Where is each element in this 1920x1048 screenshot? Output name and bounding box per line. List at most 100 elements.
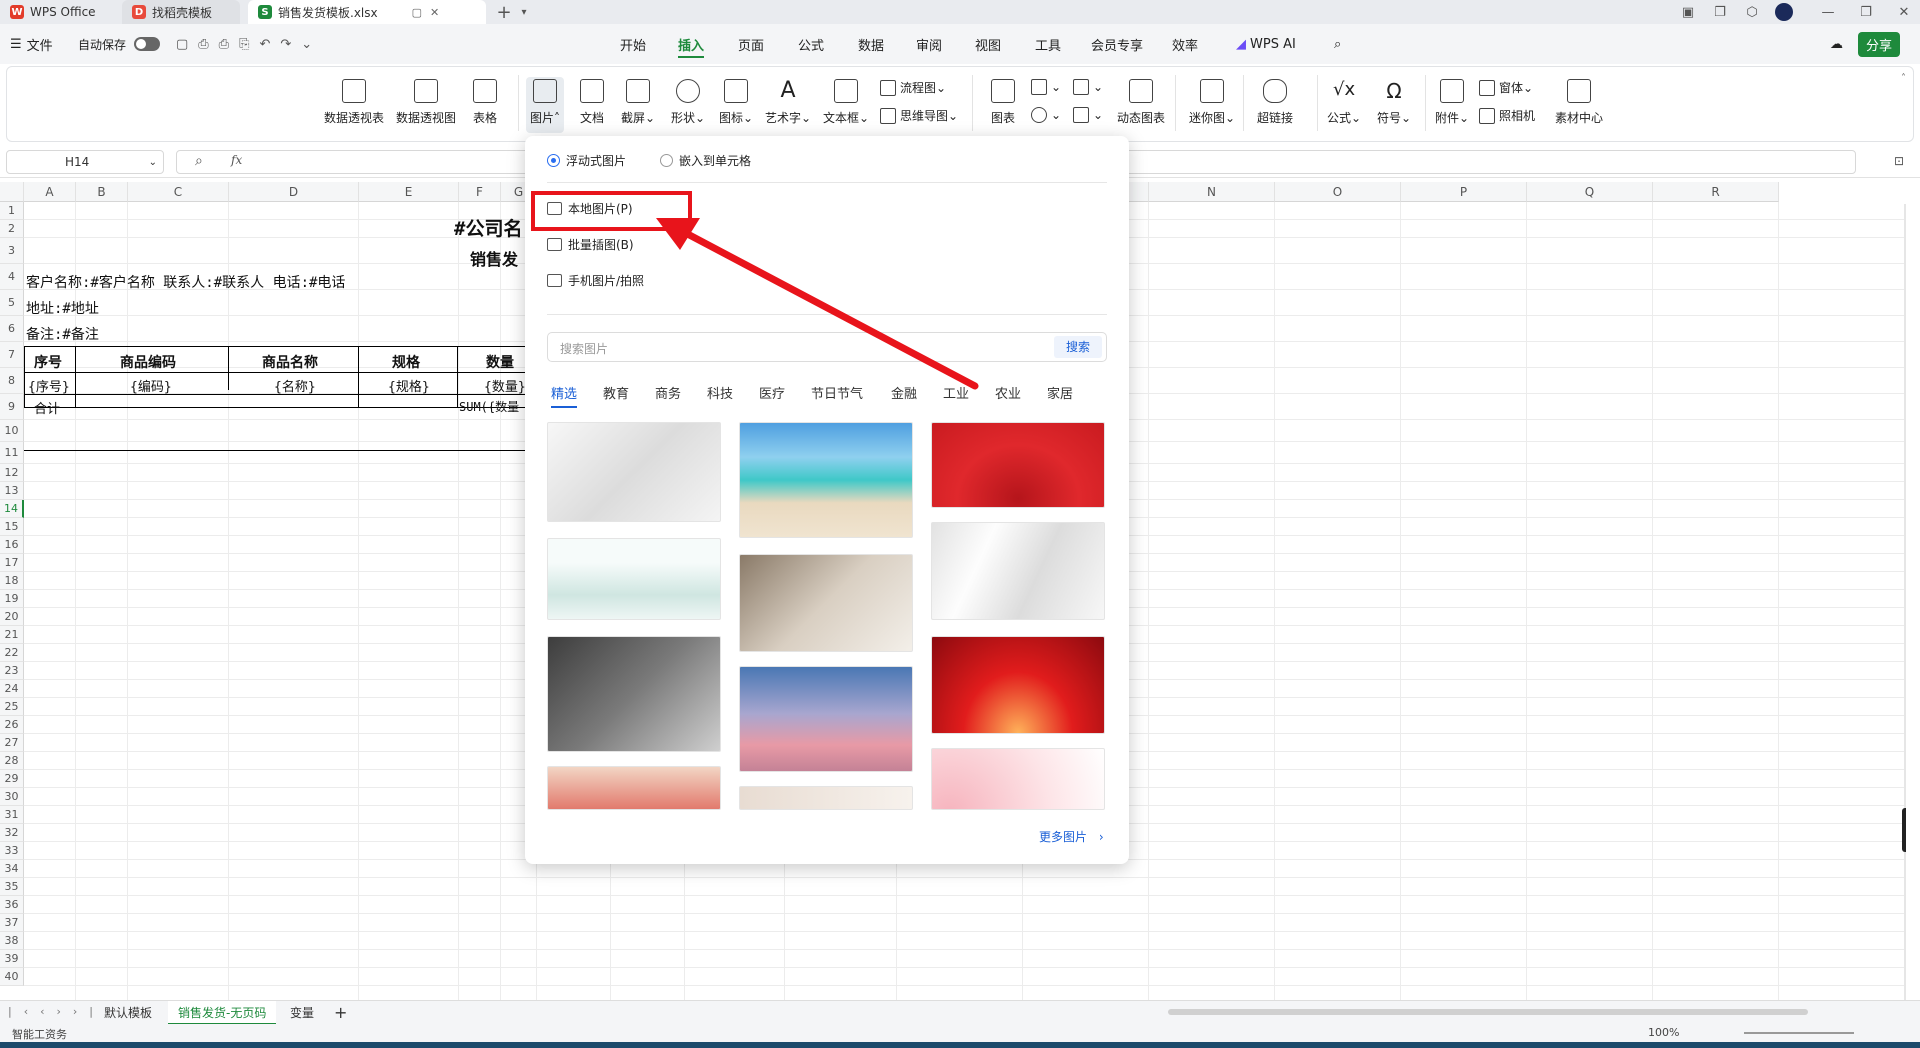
menu-item-efficiency[interactable]: 效率 — [1172, 24, 1198, 64]
row-header[interactable]: 11 — [0, 442, 24, 464]
cloud-upload-icon[interactable]: ☁ — [1830, 24, 1843, 64]
collapse-ribbon-icon[interactable]: ˄ — [1901, 73, 1906, 84]
category-agriculture[interactable]: 农业 — [995, 383, 1021, 402]
search-icon[interactable]: ⌕ — [1334, 24, 1341, 64]
row-header[interactable]: 8 — [0, 368, 24, 394]
row-header[interactable]: 24 — [0, 680, 24, 698]
category-featured[interactable]: 精选 — [551, 383, 578, 408]
row-header[interactable]: 2 — [0, 220, 24, 238]
file-menu[interactable]: ☰ 文件 — [10, 24, 53, 64]
horizontal-scrollbar[interactable] — [1168, 1009, 1808, 1015]
thumbnail-hand-pen[interactable] — [547, 636, 721, 752]
row-header[interactable]: 15 — [0, 518, 24, 536]
scatter-chart-dropdown[interactable]: ⌄ — [1073, 107, 1103, 123]
document-button[interactable]: 文档 — [580, 79, 604, 126]
category-finance[interactable]: 金融 — [891, 383, 917, 402]
tab-wps-office[interactable]: W WPS Office — [0, 0, 118, 24]
zoom-icon[interactable]: ⌕ — [195, 153, 203, 169]
picture-search-box[interactable]: 搜索图片 搜索 — [547, 332, 1107, 362]
row-header[interactable]: 19 — [0, 590, 24, 608]
formula-button[interactable]: √x 公式⌄ — [1327, 79, 1361, 126]
screen-record-icon[interactable]: ▣ — [1678, 2, 1698, 22]
autosave-toggle[interactable] — [134, 24, 160, 64]
category-home[interactable]: 家居 — [1047, 383, 1073, 402]
column-header[interactable]: O — [1275, 182, 1401, 202]
row-header[interactable]: 23 — [0, 662, 24, 680]
row-header[interactable]: 35 — [0, 878, 24, 896]
column-header[interactable]: E — [359, 182, 459, 202]
pie-chart-dropdown[interactable]: ⌄ — [1031, 107, 1061, 123]
column-header[interactable]: F — [459, 182, 501, 202]
radio-embed-in-cell[interactable]: 嵌入到单元格 — [660, 152, 751, 169]
quick-access-toolbar[interactable]: ▢⎙⎙⎘↶↷⌄ — [176, 24, 322, 64]
row-header[interactable]: 31 — [0, 806, 24, 824]
shape-button[interactable]: 形状⌄ — [671, 79, 705, 126]
side-panel-handle[interactable] — [1902, 808, 1906, 852]
thumbnail-white-silk[interactable] — [547, 422, 721, 522]
menu-item-home[interactable]: 开始 — [620, 24, 646, 64]
row-header[interactable]: 28 — [0, 752, 24, 770]
screenshot-button[interactable]: 截屏⌄ — [621, 79, 655, 126]
fx-icon[interactable]: fx — [231, 153, 242, 167]
row-header[interactable]: 38 — [0, 932, 24, 950]
pivot-chart-button[interactable]: 数据透视图 — [396, 79, 456, 126]
expand-formula-icon[interactable]: ⊡ — [1894, 154, 1904, 168]
row-header[interactable]: 14 — [0, 500, 24, 518]
thumbnail-ink-landscape[interactable] — [547, 538, 721, 620]
vertical-scrollbar[interactable] — [1904, 204, 1906, 1002]
row-header[interactable]: 33 — [0, 842, 24, 860]
sheet-nav-arrows[interactable]: |‹‹››| — [8, 1005, 105, 1018]
close-icon[interactable]: ✕ — [1894, 2, 1914, 22]
row-header[interactable]: 36 — [0, 896, 24, 914]
bar-chart-dropdown[interactable]: ⌄ — [1031, 79, 1061, 95]
row-header[interactable]: 34 — [0, 860, 24, 878]
row-header[interactable]: 40 — [0, 968, 24, 986]
form-button[interactable]: 窗体 ⌄ — [1479, 79, 1533, 96]
menu-item-data[interactable]: 数据 — [858, 24, 884, 64]
phone-picture-item[interactable]: 手机图片/拍照 — [547, 272, 644, 289]
attachment-button[interactable]: 附件⌄ — [1435, 79, 1469, 126]
camera-button[interactable]: 照相机 — [1479, 107, 1535, 124]
row-header[interactable]: 1 — [0, 202, 24, 220]
tab-docer[interactable]: D 找稻壳模板 — [122, 0, 240, 24]
name-box[interactable]: H14 ⌄ — [6, 150, 164, 174]
menu-item-view[interactable]: 视图 — [975, 24, 1001, 64]
share-button[interactable]: 分享 — [1858, 24, 1901, 64]
row-header[interactable]: 12 — [0, 464, 24, 482]
local-picture-item[interactable]: 本地图片(P) — [547, 200, 633, 217]
batch-insert-item[interactable]: 批量插图(B) — [547, 236, 634, 253]
column-header[interactable]: Q — [1527, 182, 1653, 202]
more-pictures-link[interactable]: 更多图片 › — [1039, 828, 1104, 845]
symbol-button[interactable]: Ω 符号⌄ — [1377, 79, 1411, 126]
category-festival[interactable]: 节日节气 — [811, 383, 863, 402]
thumbnail-red-stage[interactable] — [931, 636, 1105, 734]
pivot-table-button[interactable]: 数据透视表 — [324, 79, 384, 126]
thumbnail-beach[interactable] — [739, 422, 913, 538]
row-header[interactable]: 3 — [0, 238, 24, 264]
row-header[interactable]: 25 — [0, 698, 24, 716]
menu-item-tools[interactable]: 工具 — [1035, 24, 1061, 64]
flowchart-button[interactable]: 流程图 ⌄ — [880, 79, 946, 96]
column-header[interactable]: R — [1653, 182, 1779, 202]
avatar[interactable] — [1774, 2, 1794, 22]
thumbnail-pink-gradient[interactable] — [931, 748, 1105, 810]
menu-item-member[interactable]: 会员专享 — [1091, 24, 1143, 64]
column-header[interactable]: D — [229, 182, 359, 202]
thumbnail-hands-table[interactable] — [739, 786, 913, 810]
row-header[interactable]: 22 — [0, 644, 24, 662]
thumbnail-red-festival[interactable] — [931, 422, 1105, 508]
table-button[interactable]: 表格 — [473, 79, 497, 126]
row-header[interactable]: 10 — [0, 420, 24, 442]
minimize-icon[interactable]: — — [1818, 2, 1838, 22]
row-header[interactable]: 30 — [0, 788, 24, 806]
row-header[interactable]: 32 — [0, 824, 24, 842]
thumbnail-office-desk[interactable] — [739, 554, 913, 652]
sheet-tab-variables[interactable]: 变量 — [280, 1001, 324, 1025]
dynamic-chart-button[interactable]: 动态图表 — [1117, 79, 1165, 126]
line-chart-dropdown[interactable]: ⌄ — [1073, 79, 1103, 95]
row-header[interactable]: 5 — [0, 290, 24, 316]
thumbnail-sunset-sky[interactable] — [739, 666, 913, 772]
material-center-button[interactable]: 素材中心 — [1555, 79, 1603, 126]
tab-spreadsheet[interactable]: S 销售发货模板.xlsx ▢✕ — [248, 0, 486, 24]
wps-ai-button[interactable]: ◢ WPS AI — [1236, 24, 1296, 64]
